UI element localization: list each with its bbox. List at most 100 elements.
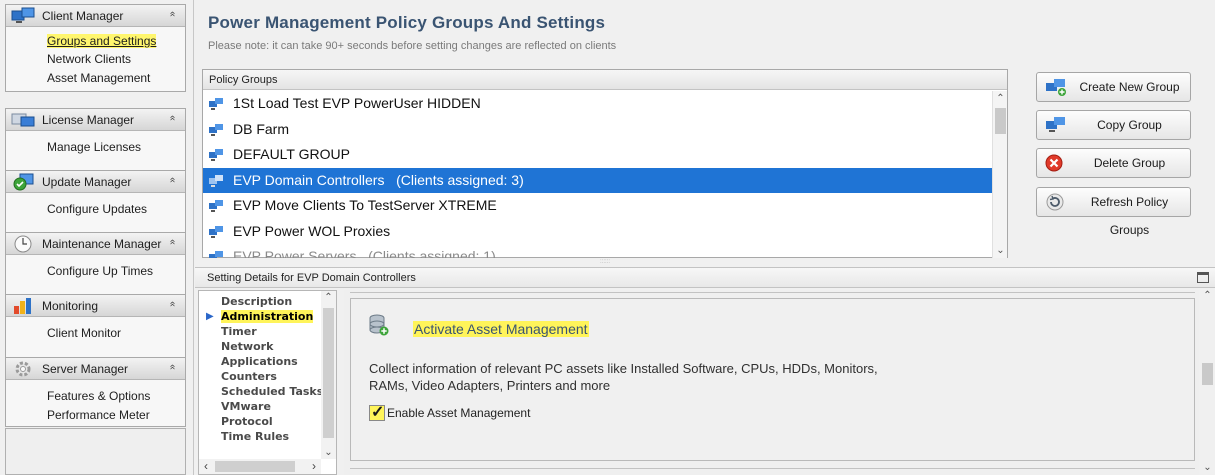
database-add-icon [369,314,389,336]
group-computers-icon [209,251,223,258]
settings-vertical-scrollbar[interactable]: ⌃ ⌄ [1199,290,1215,475]
nav-header-maintenance-manager[interactable]: Maintenance Manager « [6,233,185,255]
list-item[interactable]: EVP Power Servers (Clients assigned: 1) [203,244,993,258]
nav-header-server-manager[interactable]: Server Manager « [6,358,185,380]
category-label: Network [221,340,274,353]
nav-header-license-manager[interactable]: License Manager « [6,109,185,131]
list-item-selected[interactable]: EVP Domain Controllers (Clients assigned… [203,167,993,193]
nav-panel-license-manager: License Manager « Manage Licenses [5,108,186,173]
nav-item-configure-updates[interactable]: Configure Updates [6,199,185,219]
nav-panel-maintenance-manager: Maintenance Manager « Configure Up Times [5,232,186,296]
group-name: EVP Power WOL Proxies [233,222,391,239]
collapse-chevron-icon[interactable]: « [167,11,178,16]
refresh-policy-groups-button[interactable]: Refresh Policy Groups [1036,187,1191,237]
nav-header-update-manager[interactable]: Update Manager « [6,171,185,193]
category-item-active[interactable]: ▶ Administration [199,309,336,324]
group-computers-icon [209,225,223,238]
settings-category-list[interactable]: Description ▶ Administration Timer Networ… [198,290,337,475]
nav-header-client-manager[interactable]: Client Manager « [6,5,185,27]
category-item[interactable]: VMware [199,399,336,414]
scrollbar-thumb[interactable] [1202,363,1213,385]
nav-item-performance-meter[interactable]: Performance Meter [6,406,185,424]
client-manager-icon [11,7,35,23]
list-item[interactable]: DB Farm [203,117,993,143]
page-title: Power Management Policy Groups And Setti… [208,13,606,32]
collapse-chevron-icon[interactable]: « [167,239,178,244]
scrollbar-thumb[interactable] [995,108,1006,134]
category-item[interactable]: Applications [199,354,336,369]
list-item[interactable]: EVP Move Clients To TestServer XTREME [203,193,993,219]
collapse-chevron-icon[interactable]: « [167,177,178,182]
scroll-up-icon[interactable]: ⌃ [1199,290,1215,301]
group-name: DEFAULT GROUP [233,146,350,162]
update-manager-icon [13,173,34,191]
group-name: EVP Power Servers (Clients assigned: 1) [233,248,496,258]
nav-item-configure-up-times[interactable]: Configure Up Times [6,261,185,281]
enable-asset-management-checkbox[interactable]: ✓ Enable Asset Management [369,404,530,421]
category-label: Timer [221,325,257,338]
policy-groups-header: Policy Groups [203,70,1007,90]
scroll-left-icon[interactable]: ‹ [199,459,213,474]
nav-title: Monitoring [42,299,99,313]
category-item[interactable]: Scheduled Tasks [199,384,336,399]
collapse-chevron-icon[interactable]: « [167,115,178,120]
create-new-group-button[interactable]: Create New Group [1036,72,1191,102]
list-item[interactable]: EVP Power WOL Proxies [203,219,993,245]
nav-item-groups-and-settings[interactable]: Groups and Settings [6,31,185,51]
panel-splitter[interactable]: :::::: [202,259,1008,265]
scrollbar-thumb[interactable] [215,461,295,472]
delete-group-button[interactable]: Delete Group [1036,148,1191,178]
setting-detail-panel: Activate Asset Management Collect inform… [344,290,1215,475]
nav-title: Maintenance Manager [42,237,162,251]
left-navigation: Client Manager « Groups and Settings Net… [0,0,188,475]
collapse-chevron-icon[interactable]: « [167,301,178,306]
copy-group-icon [1046,117,1065,132]
collapse-chevron-icon[interactable]: « [167,364,178,369]
nav-item-manage-licenses[interactable]: Manage Licenses [6,137,185,157]
nav-item-features-options[interactable]: Features & Options [6,386,185,406]
category-item[interactable]: Description [199,294,336,309]
setting-details-title: Setting Details for EVP Domain Controlle… [207,272,416,284]
nav-item-network-clients[interactable]: Network Clients [6,51,185,68]
nav-item-asset-management[interactable]: Asset Management [6,68,185,88]
asset-management-description: Collect information of relevant PC asset… [369,361,878,393]
policy-groups-scrollbar[interactable]: ⌃ ⌄ [992,91,1007,258]
category-item[interactable]: Network [199,339,336,354]
scrollbar-thumb[interactable] [323,308,334,438]
refresh-icon [1046,193,1064,211]
nav-item-client-monitor[interactable]: Client Monitor [6,323,185,343]
list-item[interactable]: 1St Load Test EVP PowerUser HIDDEN [203,91,993,117]
category-label: Protocol [221,415,273,428]
category-horizontal-scrollbar[interactable]: ‹ › [199,459,321,474]
maximize-icon[interactable] [1197,272,1209,283]
group-computers-icon [209,200,223,212]
group-computers-icon [209,149,223,161]
scroll-up-icon[interactable]: ⌃ [993,93,1008,104]
category-item[interactable]: Protocol [199,414,336,429]
policy-groups-panel: Policy Groups 1St Load Test EVP PowerUse… [202,69,1008,258]
nav-title: Update Manager [42,175,132,189]
create-group-icon [1046,79,1066,96]
scroll-up-icon[interactable]: ⌃ [321,292,336,303]
category-vertical-scrollbar[interactable]: ⌃ ⌄ [321,291,336,459]
scroll-down-icon[interactable]: ⌄ [993,245,1008,256]
nav-panel-monitoring: Monitoring « Client Monitor [5,294,186,359]
scroll-down-icon[interactable]: ⌄ [1199,462,1215,473]
main-content: Power Management Policy Groups And Setti… [193,0,1215,475]
policy-groups-list[interactable]: 1St Load Test EVP PowerUser HIDDEN DB Fa… [203,91,993,258]
scroll-down-icon[interactable]: ⌄ [321,447,336,458]
delete-icon [1045,154,1063,172]
checkbox[interactable]: ✓ [369,404,385,421]
category-item[interactable]: Timer [199,324,336,339]
group-computers-icon [209,123,223,136]
copy-group-button[interactable]: Copy Group [1036,110,1191,140]
category-item[interactable]: Counters [199,369,336,384]
section-divider [350,468,1195,475]
category-item[interactable]: Time Rules [199,429,336,444]
scroll-right-icon[interactable]: › [307,459,321,474]
monitoring-chart-icon [14,298,31,314]
nav-header-monitoring[interactable]: Monitoring « [6,295,185,317]
list-item[interactable]: DEFAULT GROUP [203,142,993,168]
category-label: Applications [221,355,298,368]
button-label: Create New Group [1079,80,1180,94]
